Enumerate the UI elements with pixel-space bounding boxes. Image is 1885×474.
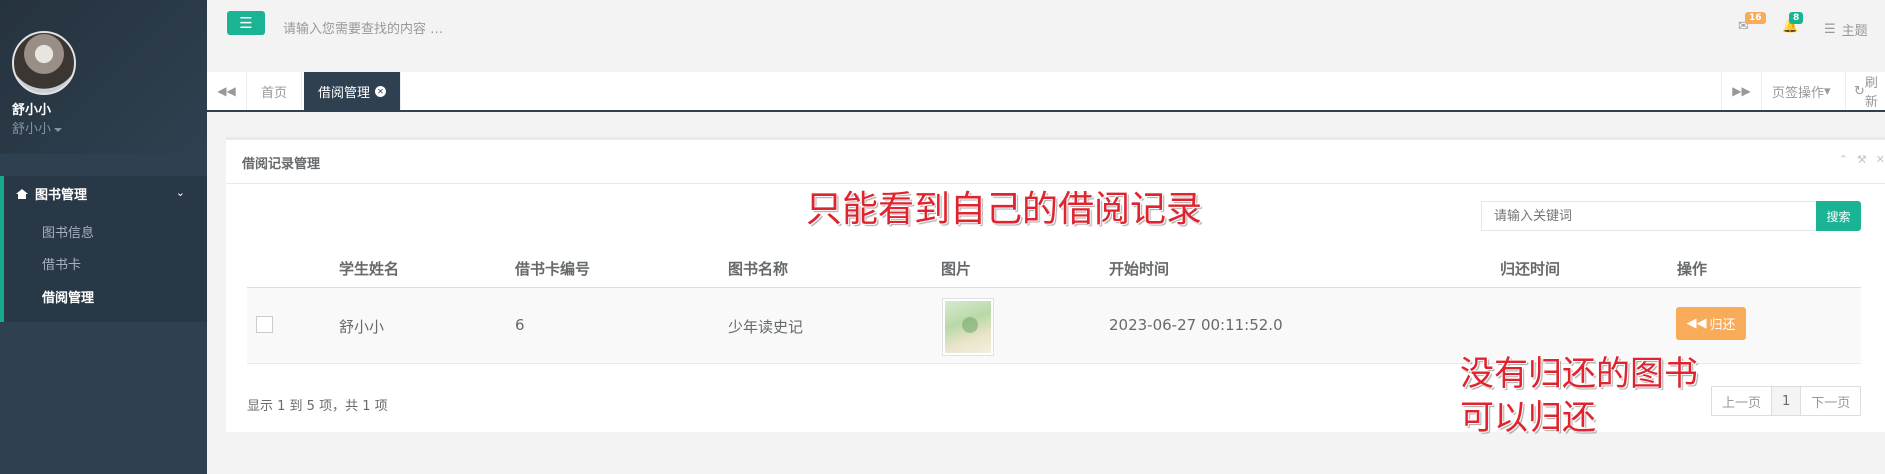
refresh-button[interactable]: ↻ 刷新 [1845, 72, 1885, 110]
col-header-start-time: 开始时间 [1109, 260, 1170, 278]
nav-group-book-management: 图书管理 ⌄ 图书信息 借书卡 借阅管理 [0, 176, 207, 322]
tab-home[interactable]: 首页 [247, 72, 303, 110]
annotation-return-line2: 可以归还 [1460, 398, 1596, 438]
notification-button[interactable]: 🔔 8 [1782, 12, 1804, 34]
pagination: 上一页 1 下一页 [1711, 386, 1862, 416]
keyword-search-input[interactable] [1481, 201, 1817, 231]
row-checkbox[interactable] [256, 316, 273, 333]
cell-start-time: 2023-06-27 00:11:52.0 [1109, 316, 1283, 334]
cell-student: 舒小小 [339, 318, 385, 336]
menu-toggle-button[interactable]: ☰ [227, 11, 265, 35]
nav-group-header[interactable]: 图书管理 [16, 184, 87, 203]
double-right-icon: ▶▶ [1732, 84, 1751, 98]
caret-down-icon [54, 127, 63, 132]
next-page-button[interactable]: 下一页 [1800, 386, 1862, 416]
mail-count-badge: 16 [1745, 12, 1766, 24]
theme-button[interactable]: ☰ 主题 [1824, 20, 1868, 39]
refresh-icon: ↻ [1854, 83, 1865, 99]
col-header-card-no: 借书卡编号 [515, 260, 591, 278]
tab-active-label: 借阅管理 [318, 85, 371, 101]
caret-down-icon: ▾ [1824, 83, 1831, 99]
user-name: 舒小小 [12, 103, 52, 118]
sidebar-item-library-card[interactable]: 借书卡 [42, 254, 81, 273]
close-icon[interactable]: ✕ [1876, 153, 1885, 166]
theme-label: 主题 [1841, 24, 1868, 39]
hamburger-icon: ☰ [239, 14, 253, 32]
annotation-return-hint: 没有归还的图书 可以归还 [1460, 352, 1698, 440]
page-ops-label: 页签操作 [1772, 85, 1825, 101]
sidebar-item-book-info[interactable]: 图书信息 [42, 222, 94, 241]
annotation-own-records: 只能看到自己的借阅记录 [806, 189, 1203, 230]
close-tab-icon[interactable]: ✕ [375, 85, 387, 97]
col-header-image: 图片 [941, 260, 972, 278]
sidebar: 舒小小 舒小小 图书管理 ⌄ 图书信息 借书卡 借阅管理 [0, 0, 207, 474]
backward-icon: ◀◀ [1686, 316, 1707, 331]
book-cover-image[interactable] [942, 298, 994, 356]
topbar: ☰ 请输入您需要查找的内容 … ✉ 16 🔔 8 ☰ 主题 [207, 0, 1885, 57]
collapse-icon[interactable]: ⌃ [1839, 153, 1848, 166]
tasks-icon: ☰ [1824, 22, 1836, 37]
sidebar-item-borrow-management[interactable]: 借阅管理 [42, 287, 94, 306]
pagination-info: 显示 1 到 5 项，共 1 项 [247, 399, 388, 414]
panel-tools: ⌃ ⚒ ✕ [1839, 153, 1885, 166]
nav-group-label: 图书管理 [35, 188, 88, 203]
annotation-return-line1: 没有归还的图书 [1460, 354, 1698, 394]
search-button[interactable]: 搜索 [1816, 201, 1861, 231]
panel-title: 借阅记录管理 [242, 157, 321, 172]
tab-scroll-right-button[interactable]: ▶▶ [1721, 72, 1761, 110]
double-left-icon: ◀◀ [217, 84, 236, 98]
user-role-label: 舒小小 [12, 122, 52, 137]
page-ops-dropdown[interactable]: 页签操作 ▾ [1761, 72, 1841, 110]
prev-page-button[interactable]: 上一页 [1711, 386, 1773, 416]
col-header-book: 图书名称 [728, 260, 789, 278]
cell-book: 少年读史记 [728, 318, 804, 336]
book-cover [945, 301, 991, 353]
chevron-down-icon[interactable]: ⌄ [176, 186, 185, 199]
tab-scroll-left-button[interactable]: ◀◀ [207, 72, 247, 110]
col-header-return-time: 归还时间 [1500, 260, 1561, 278]
refresh-label: 刷新 [1864, 76, 1878, 110]
tab-home-label: 首页 [261, 85, 288, 101]
notification-count-badge: 8 [1789, 12, 1804, 24]
avatar[interactable] [12, 31, 76, 95]
cell-card-no: 6 [515, 316, 525, 334]
return-label: 归还 [1709, 318, 1736, 333]
mail-button[interactable]: ✉ 16 [1738, 12, 1766, 34]
page-1-button[interactable]: 1 [1771, 386, 1802, 416]
profile-area: 舒小小 舒小小 [0, 0, 207, 154]
top-search-input[interactable]: 请输入您需要查找的内容 … [283, 18, 443, 37]
col-header-student: 学生姓名 [339, 260, 400, 278]
tab-bar: ◀◀ 首页 借阅管理 ✕ ▶▶ 页签操作 ▾ ↻ 刷新 [207, 72, 1885, 112]
wrench-icon[interactable]: ⚒ [1857, 153, 1867, 166]
return-button[interactable]: ◀◀ 归还 [1676, 307, 1746, 340]
tab-borrow-management[interactable]: 借阅管理 ✕ [304, 72, 402, 110]
user-role-dropdown[interactable]: 舒小小 [12, 118, 63, 137]
home-icon [16, 188, 28, 199]
col-header-action: 操作 [1677, 260, 1708, 278]
